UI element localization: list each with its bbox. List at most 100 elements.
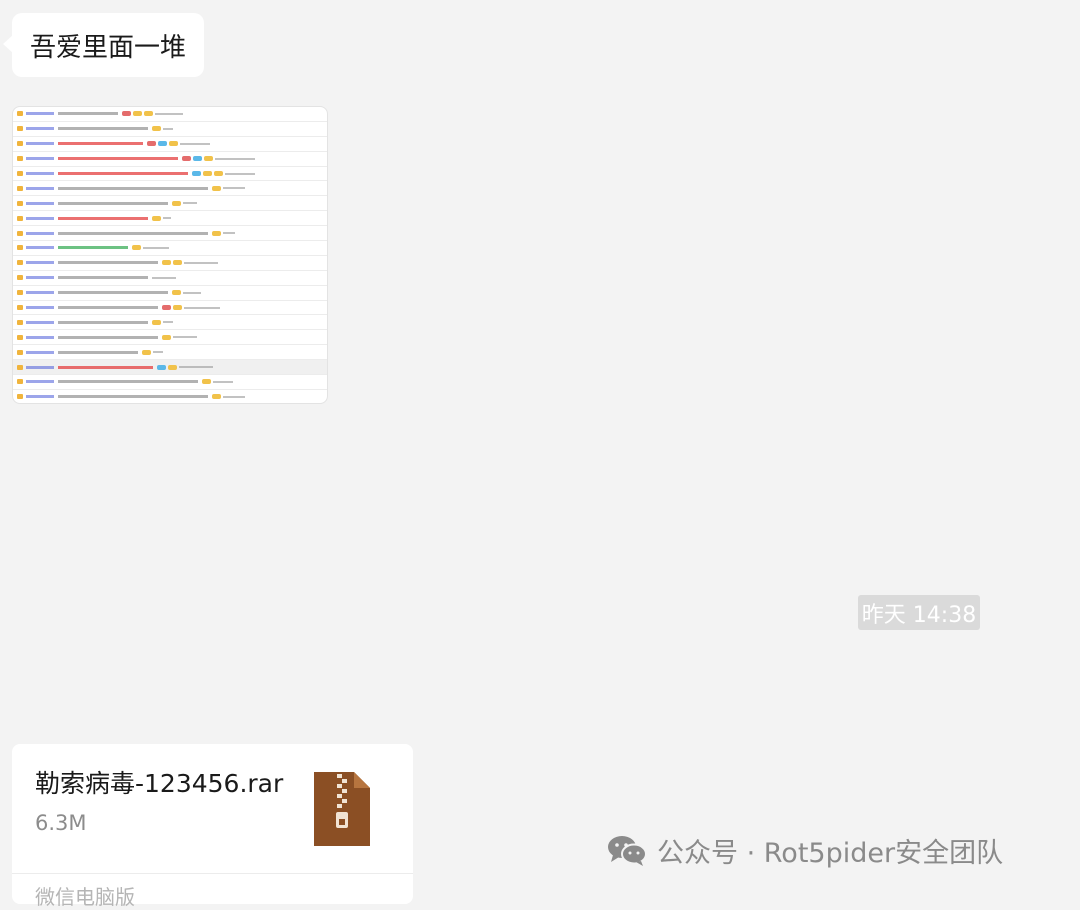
row-title — [58, 246, 128, 250]
row-badge — [192, 171, 201, 176]
folder-icon — [17, 185, 23, 191]
watermark: 公众号 · Rot5pider安全团队 — [607, 830, 1003, 870]
folder-icon — [17, 230, 23, 236]
row-tag — [26, 246, 54, 250]
thumbnail-row — [13, 152, 327, 167]
text-message-content: 吾爱里面一堆 — [30, 32, 187, 63]
row-pages — [184, 261, 218, 264]
row-tag — [26, 291, 54, 295]
row-badge — [173, 260, 182, 266]
row-pages — [183, 202, 197, 205]
row-tag — [26, 201, 54, 205]
row-pages — [184, 306, 220, 309]
row-badge — [173, 305, 182, 311]
folder-icon — [17, 334, 23, 340]
row-badge — [133, 111, 142, 117]
row-badge — [122, 111, 131, 117]
thumbnail-row — [13, 390, 327, 403]
thumbnail-row — [13, 315, 327, 331]
folder-icon — [17, 349, 23, 355]
row-title — [58, 172, 188, 175]
text-message-bubble[interactable]: 吾爱里面一堆 — [2, 13, 205, 77]
row-tag — [26, 350, 54, 354]
file-name: 勒索病毒-123456.rar — [35, 769, 284, 798]
thumbnail-row — [13, 107, 327, 122]
row-badge — [202, 379, 211, 385]
thumbnail-row — [13, 256, 327, 271]
row-badge — [214, 171, 223, 176]
row-title — [58, 306, 158, 310]
message-timestamp: 昨天 14:38 — [858, 595, 980, 630]
row-tag — [26, 380, 54, 384]
folder-icon — [17, 394, 23, 400]
thumbnail-row — [13, 167, 327, 182]
row-badge — [162, 305, 171, 311]
row-tag — [26, 172, 54, 175]
row-tag — [26, 142, 54, 146]
thumbnail-row — [13, 211, 327, 227]
row-tag — [26, 276, 54, 280]
row-title — [58, 291, 168, 295]
thumbnail-row — [13, 196, 327, 212]
folder-icon — [17, 290, 23, 296]
row-pages — [215, 157, 255, 160]
folder-icon — [17, 111, 23, 117]
thumbnail-row — [13, 122, 327, 137]
thumbnail-row — [13, 375, 327, 390]
row-pages — [223, 232, 235, 235]
row-tag — [26, 186, 54, 190]
row-badge — [142, 349, 151, 355]
row-title — [58, 127, 148, 131]
row-badge — [152, 215, 161, 221]
row-tag — [26, 335, 54, 339]
folder-icon — [17, 260, 23, 266]
folder-icon — [17, 379, 23, 385]
row-badge — [172, 200, 181, 206]
row-title — [58, 395, 208, 399]
row-badge — [212, 185, 221, 191]
row-pages — [180, 142, 210, 145]
row-pages — [163, 127, 173, 130]
row-pages — [163, 217, 171, 220]
file-card-divider — [12, 873, 413, 874]
row-badge — [162, 334, 171, 340]
file-size: 6.3M — [35, 811, 87, 835]
row-badge — [172, 290, 181, 296]
row-title — [58, 186, 208, 190]
image-message-thumbnail[interactable] — [12, 106, 328, 404]
row-pages — [143, 246, 169, 249]
row-badge — [152, 319, 161, 325]
thumbnail-row — [13, 241, 327, 256]
file-source-label: 微信电脑版 — [35, 885, 135, 909]
row-badge — [193, 156, 202, 162]
folder-icon — [17, 305, 23, 311]
row-badge — [204, 156, 213, 162]
watermark-text: 公众号 · Rot5pider安全团队 — [657, 837, 1004, 869]
row-pages — [163, 321, 173, 324]
thumbnail-row — [13, 286, 327, 301]
row-pages — [225, 172, 255, 175]
row-title — [58, 276, 148, 280]
row-badge — [182, 156, 191, 162]
row-title — [58, 157, 178, 161]
file-message-card[interactable]: 勒索病毒-123456.rar 6.3M 微信电脑版 — [12, 744, 413, 909]
folder-icon — [17, 156, 23, 162]
row-tag — [26, 320, 54, 324]
row-pages — [173, 336, 197, 339]
row-title — [58, 216, 148, 220]
row-pages — [223, 395, 245, 398]
thumbnail-row — [13, 271, 327, 286]
row-tag — [26, 112, 54, 116]
row-title — [58, 142, 143, 146]
row-badge — [169, 141, 178, 147]
row-pages — [152, 276, 176, 279]
folder-icon — [17, 200, 23, 206]
thumbnail-row — [13, 181, 327, 197]
row-title — [58, 365, 153, 369]
row-badge — [157, 364, 166, 370]
row-badge — [132, 245, 141, 251]
row-badge — [212, 394, 221, 400]
folder-icon — [17, 171, 23, 176]
row-tag — [26, 261, 54, 265]
row-tag — [26, 395, 54, 399]
